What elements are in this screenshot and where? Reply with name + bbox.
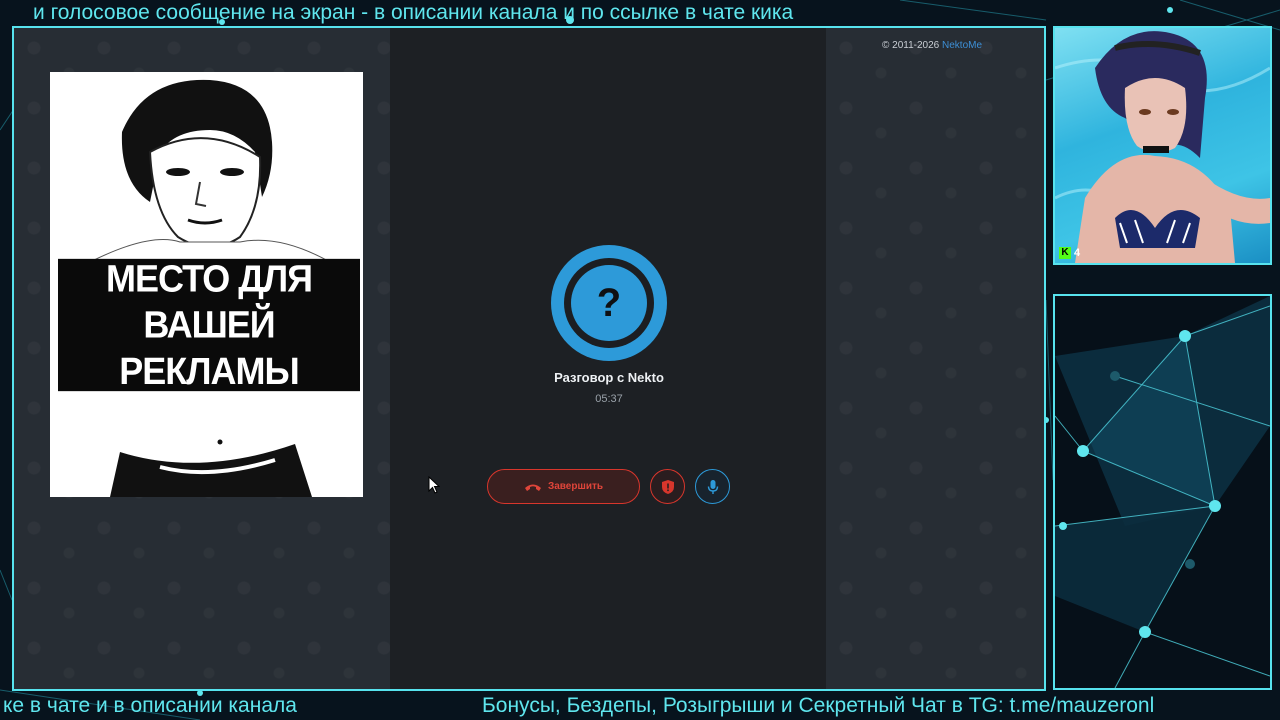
webcam-image (1055, 31, 1270, 263)
pattern-right (826, 28, 1044, 689)
report-button[interactable] (650, 469, 685, 504)
conversation-title: Разговор с Nekto (554, 370, 664, 385)
ticker-bottom: ке в чате и в описании канала Бонусы, Бе… (0, 693, 1280, 719)
ad-banner[interactable]: МЕСТО ДЛЯ ВАШЕЙ РЕКЛАМЫ (50, 72, 363, 497)
ticker-bottom-right: Бонусы, Бездепы, Розыгрыши и Секретный Ч… (482, 694, 1155, 717)
call-timer: 05:37 (595, 393, 623, 405)
shield-icon (661, 479, 674, 494)
mouse-cursor-icon (428, 476, 440, 494)
viewer-count: 4 (1074, 247, 1081, 259)
decor-panel (1053, 294, 1272, 690)
partner-avatar: ? (551, 245, 667, 361)
kick-logo-icon: K (1059, 247, 1071, 259)
ad-text-block: МЕСТО ДЛЯ ВАШЕЙ РЕКЛАМЫ (58, 256, 360, 393)
question-mark-icon: ? (571, 265, 647, 341)
end-call-button[interactable]: Завершить (487, 469, 640, 504)
copyright: © 2011-2026 NektoMe (882, 40, 982, 51)
end-call-label: Завершить (547, 481, 604, 492)
copyright-text: © 2011-2026 (882, 40, 940, 51)
ad-line-1: МЕСТО ДЛЯ (106, 256, 313, 300)
webcam-panel: K 4 (1053, 26, 1272, 265)
ticker-bottom-left: ке в чате и в описании канала (3, 694, 297, 717)
viewer-badge: K 4 (1059, 247, 1080, 259)
ad-line-2: ВАШЕЙ РЕКЛАМЫ (119, 302, 300, 393)
network-graphic (1055, 296, 1270, 688)
microphone-button[interactable] (695, 469, 730, 504)
brand-link[interactable]: NektoMe (942, 40, 982, 51)
ticker-top: и голосовое сообщение на экран - в описа… (33, 1, 794, 24)
microphone-icon (707, 479, 718, 494)
phone-hangup-icon (524, 484, 541, 491)
browser-capture: © 2011-2026 NektoMe МЕСТО ДЛЯ ВАШЕЙ РЕКЛ… (12, 26, 1046, 691)
